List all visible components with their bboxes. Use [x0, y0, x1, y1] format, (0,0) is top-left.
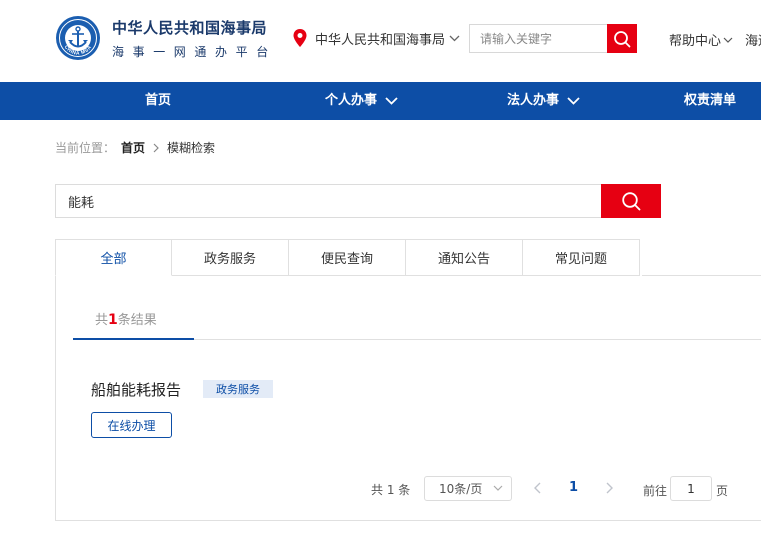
tab-faq[interactable]: 常见问题 — [523, 239, 640, 276]
main-nav: 首页 个人办事 法人办事 权责清单 — [0, 82, 761, 120]
site-title[interactable]: 中华人民共和国海事局 — [112, 17, 267, 38]
chevron-right-icon — [153, 143, 159, 153]
result-count: 共1条结果 — [95, 309, 157, 328]
header-link-more[interactable]: 海运 — [745, 30, 761, 49]
tab-all[interactable]: 全部 — [55, 239, 172, 276]
page-size-value: 10条/页 — [439, 482, 483, 496]
main-search-button[interactable] — [601, 184, 661, 218]
tabs-divider — [642, 275, 761, 276]
result-count-prefix: 共 — [95, 313, 109, 328]
help-center-label: 帮助中心 — [669, 34, 722, 49]
tab-public-query[interactable]: 便民查询 — [289, 239, 406, 276]
header-search-input[interactable] — [470, 25, 608, 52]
breadcrumb-label: 当前位置： — [55, 141, 116, 155]
goto-unit-label: 页 — [716, 484, 729, 498]
nav-item-responsibility-list[interactable]: 权责清单 — [684, 82, 736, 120]
chevron-down-icon — [449, 35, 460, 41]
nav-item-personal[interactable]: 个人办事 — [325, 82, 398, 120]
page-size-select[interactable]: 10条/页 — [424, 476, 512, 501]
result-count-suffix: 条结果 — [117, 313, 157, 328]
chevron-down-icon — [567, 97, 580, 105]
location-selector[interactable]: 中华人民共和国海事局 — [293, 28, 460, 48]
result-count-number: 1 — [108, 312, 118, 328]
help-center-menu[interactable]: 帮助中心 — [669, 30, 733, 49]
online-apply-button[interactable]: 在线办理 — [91, 412, 172, 438]
msa-emblem-icon[interactable]: CHINA MSA — [55, 15, 101, 61]
result-title-link[interactable]: 船舶能耗报告 — [91, 379, 181, 400]
next-page-button[interactable] — [604, 481, 614, 495]
chevron-down-icon — [723, 37, 733, 43]
location-label: 中华人民共和国海事局 — [315, 32, 446, 48]
prev-page-button[interactable] — [533, 481, 543, 495]
site-header: CHINA MSA 中华人民共和国海事局 海事一网通办平台 中华人民共和国海事局… — [0, 0, 761, 82]
location-pin-icon — [293, 29, 307, 47]
nav-item-label: 权责清单 — [684, 93, 737, 108]
search-icon — [622, 192, 641, 211]
breadcrumb: 当前位置： 首页 模糊检索 — [55, 139, 215, 156]
nav-item-label: 法人办事 — [507, 93, 560, 108]
chevron-down-icon — [493, 485, 503, 491]
header-search-button[interactable] — [607, 24, 637, 53]
search-icon — [614, 30, 631, 47]
site-subtitle: 海事一网通办平台 — [112, 45, 277, 59]
pagination-total: 共 1 条 — [371, 483, 411, 497]
category-tabs: 全部 政务服务 便民查询 通知公告 常见问题 — [55, 239, 640, 276]
breadcrumb-current: 模糊检索 — [167, 141, 216, 155]
main-search-input[interactable] — [56, 185, 602, 217]
result-count-underline — [73, 338, 194, 340]
breadcrumb-home-link[interactable]: 首页 — [121, 139, 145, 156]
page-number-current[interactable]: 1 — [569, 480, 578, 495]
tab-government-services[interactable]: 政务服务 — [172, 239, 289, 276]
nav-item-home[interactable]: 首页 — [145, 82, 171, 120]
nav-item-label: 个人办事 — [325, 93, 378, 108]
result-category-badge: 政务服务 — [203, 380, 273, 398]
goto-label: 前往 — [643, 484, 668, 498]
nav-item-corporate[interactable]: 法人办事 — [507, 82, 580, 120]
chevron-down-icon — [385, 97, 398, 105]
main-search — [55, 184, 661, 218]
tab-notices[interactable]: 通知公告 — [406, 239, 523, 276]
nav-item-label: 首页 — [145, 93, 172, 108]
header-search — [469, 24, 637, 53]
goto-page-input[interactable] — [670, 476, 712, 501]
